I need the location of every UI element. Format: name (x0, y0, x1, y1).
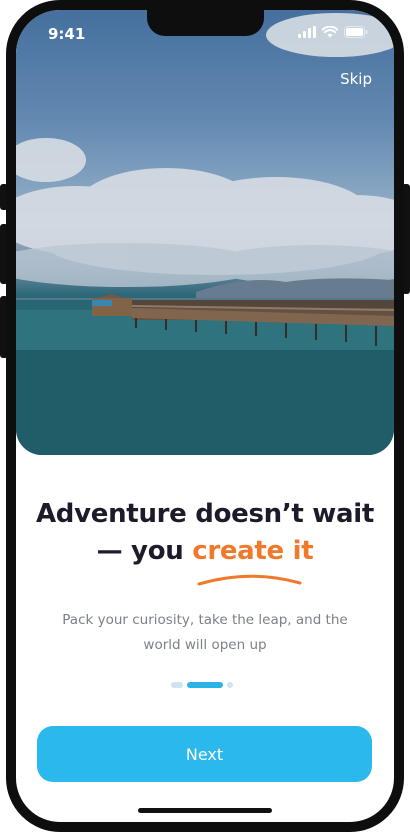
skip-button[interactable]: Skip (340, 70, 372, 88)
onboarding-title: Adventure doesn’t wait — you create it (16, 496, 394, 570)
next-button[interactable]: Next (37, 726, 372, 782)
hero-image (16, 10, 394, 455)
screen: 9:41 Skip Adventure doesn’t wait — you c… (16, 10, 394, 822)
phone-frame: 9:41 Skip Adventure doesn’t wait — you c… (0, 0, 410, 832)
battery-icon (344, 26, 368, 38)
title-highlight: create it (192, 536, 314, 566)
pier-seascape-illustration (16, 10, 394, 455)
wifi-icon (322, 26, 338, 38)
page-indicator (171, 682, 233, 688)
title-line-2-prefix: — you (96, 536, 193, 566)
status-time: 9:41 (48, 25, 86, 43)
underline-swoosh-icon (197, 574, 302, 586)
notch (147, 10, 264, 36)
title-line-1: Adventure doesn’t wait (35, 499, 375, 529)
page-dot-1[interactable] (171, 682, 183, 688)
status-icons (298, 26, 368, 38)
home-indicator (138, 808, 272, 813)
page-dot-3[interactable] (227, 682, 233, 688)
signal-icon (298, 26, 316, 38)
onboarding-subtitle: Pack your curiosity, take the leap, and … (62, 612, 348, 653)
page-dot-2-active[interactable] (187, 682, 223, 688)
